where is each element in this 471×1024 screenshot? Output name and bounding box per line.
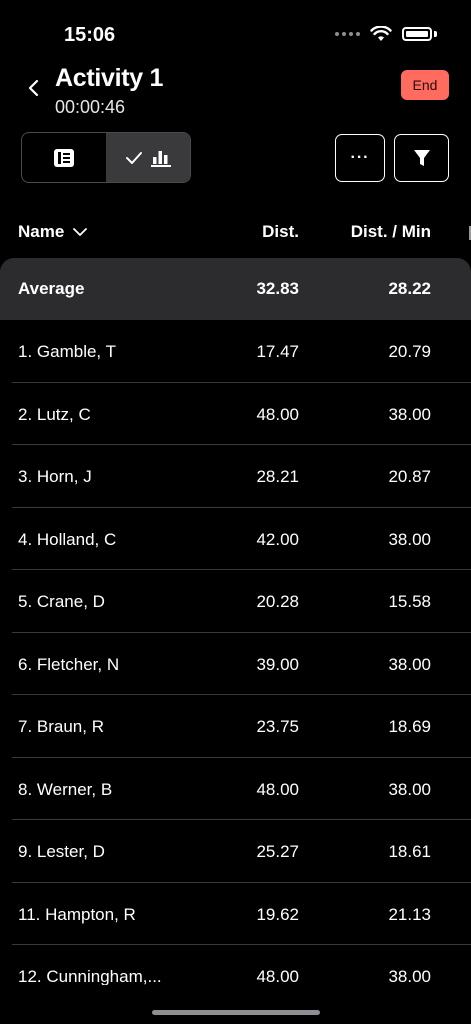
- checkmark-icon: [126, 151, 142, 164]
- athlete-dist: 42.00: [256, 529, 299, 549]
- athlete-dist-per-min: 38.00: [388, 967, 431, 985]
- athlete-dist: 17.47: [256, 342, 299, 361]
- list-view-icon: [54, 148, 74, 167]
- table-row[interactable]: 3. Horn, J 28.21 20.87: [0, 445, 471, 508]
- table-row[interactable]: 9. Lester, D 25.27 18.61: [0, 820, 471, 883]
- athlete-dist-per-min: 38.00: [388, 779, 431, 799]
- athlete-dist: 19.62: [256, 904, 299, 924]
- athlete-name: 4. Holland, C: [18, 529, 117, 549]
- average-row: Average 32.83 28.22: [0, 258, 471, 320]
- athlete-name: 11. Hampton, R: [18, 904, 136, 924]
- more-options-label: ···: [350, 149, 370, 166]
- table-header: Name Dist. Dist. / Min: [0, 220, 471, 246]
- elapsed-time: 00:00:46: [55, 97, 126, 117]
- table-row[interactable]: 2. Lutz, C 48.00 38.00: [0, 383, 471, 446]
- athlete-dist-per-min: 38.00: [388, 654, 431, 674]
- table-row[interactable]: 5. Crane, D 20.28 15.58: [0, 570, 471, 633]
- athlete-name: 5. Crane, D: [18, 592, 105, 611]
- athlete-dist: 48.00: [256, 779, 299, 799]
- athlete-dist: 39.00: [256, 654, 299, 674]
- battery-tip: [434, 31, 437, 37]
- athlete-name: 8. Werner, B: [18, 779, 113, 799]
- athlete-name: 2. Lutz, C: [18, 404, 91, 424]
- athlete-dist-per-min: 38.00: [388, 529, 431, 549]
- column-header-name: Name: [18, 222, 65, 241]
- table-row[interactable]: 8. Werner, B 48.00 38.00: [0, 758, 471, 821]
- athlete-dist: 23.75: [256, 717, 299, 736]
- cellular-signal-icon: [335, 32, 360, 36]
- wifi-icon: [370, 26, 392, 41]
- table-row[interactable]: 4. Holland, C 42.00 38.00: [0, 508, 471, 571]
- table-row[interactable]: 7. Braun, R 23.75 18.69: [0, 695, 471, 758]
- athlete-name: 6. Fletcher, N: [18, 654, 120, 674]
- athlete-name: 3. Horn, J: [18, 467, 92, 486]
- athlete-dist: 48.00: [256, 967, 299, 985]
- athlete-dist-per-min: 20.79: [388, 342, 431, 361]
- athlete-dist: 25.27: [256, 842, 299, 861]
- sort-by-name-button[interactable]: Name: [18, 222, 88, 242]
- athlete-dist: 28.21: [256, 467, 299, 486]
- filter-icon: [413, 150, 430, 166]
- athlete-dist-per-min: 20.87: [388, 467, 431, 486]
- athlete-dist-per-min: 18.61: [388, 842, 431, 861]
- back-chevron-icon[interactable]: [24, 76, 44, 100]
- athlete-dist-per-min: 21.13: [388, 904, 431, 924]
- chevron-down-icon: [73, 228, 88, 236]
- athlete-name: 9. Lester, D: [18, 842, 105, 861]
- segment-list-view[interactable]: [22, 133, 106, 182]
- athlete-name: 12. Cunningham,...: [18, 967, 162, 985]
- table-row[interactable]: 11. Hampton, R 19.62 21.13: [0, 883, 471, 946]
- athlete-name: 1. Gamble, T: [18, 342, 116, 361]
- more-options-button[interactable]: ···: [335, 134, 385, 182]
- home-indicator[interactable]: [152, 1010, 320, 1015]
- battery-icon: [402, 27, 432, 41]
- athlete-dist-per-min: 15.58: [388, 592, 431, 611]
- bar-chart-icon: [151, 150, 171, 167]
- page-title: Activity 1: [55, 64, 164, 92]
- table-row[interactable]: 1. Gamble, T 17.47 20.79: [0, 320, 471, 383]
- average-dist-per-min: 28.22: [388, 279, 431, 298]
- athlete-list[interactable]: 1. Gamble, T 17.47 20.79 2. Lutz, C 48.0…: [0, 320, 471, 985]
- table-row[interactable]: 6. Fletcher, N 39.00 38.00: [0, 633, 471, 696]
- filter-button[interactable]: [394, 134, 449, 182]
- status-bar: 15:06: [0, 0, 471, 60]
- status-icons: [335, 26, 437, 42]
- end-button[interactable]: End: [401, 70, 449, 100]
- column-header-dist-per-min[interactable]: Dist. / Min: [351, 222, 431, 242]
- athlete-dist-per-min: 18.69: [388, 717, 431, 736]
- average-label: Average: [18, 279, 85, 298]
- athlete-dist: 48.00: [256, 404, 299, 424]
- athlete-dist: 20.28: [256, 592, 299, 611]
- athlete-name: 7. Braun, R: [18, 717, 104, 736]
- status-time: 15:06: [64, 24, 116, 46]
- view-mode-segmented-control: [21, 132, 191, 183]
- average-dist: 32.83: [256, 279, 299, 298]
- table-row[interactable]: 12. Cunningham,... 48.00 38.00: [0, 945, 471, 985]
- segment-chart-view[interactable]: [106, 133, 190, 182]
- column-header-dist[interactable]: Dist.: [262, 222, 299, 242]
- athlete-dist-per-min: 38.00: [388, 404, 431, 424]
